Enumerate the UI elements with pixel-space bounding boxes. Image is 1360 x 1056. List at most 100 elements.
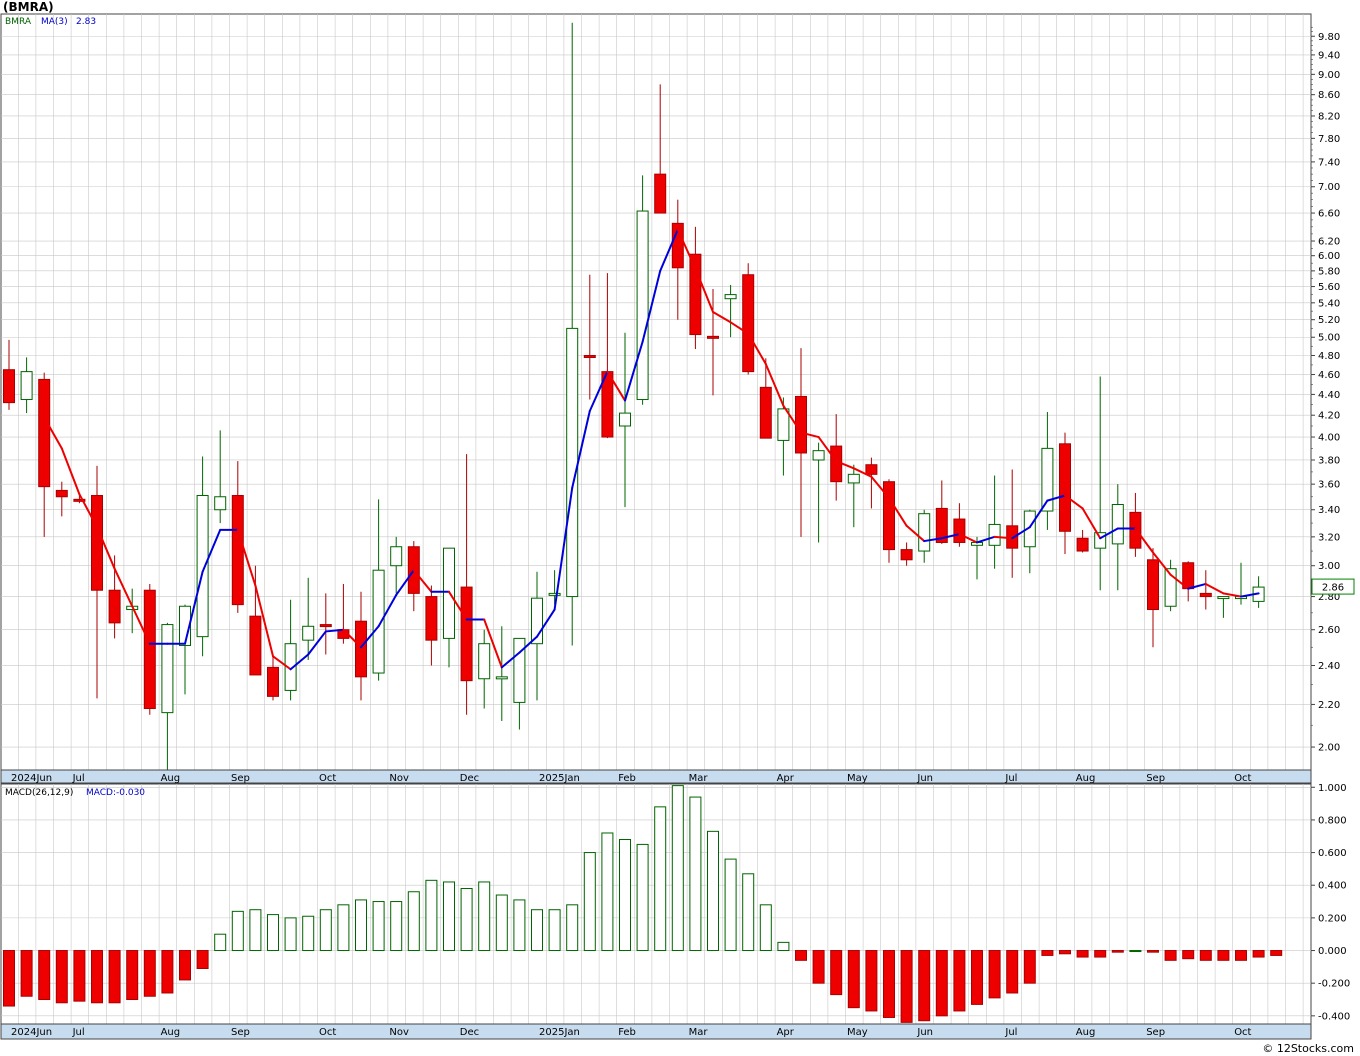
- macd-bar: [1129, 950, 1142, 953]
- candle-body: [1147, 559, 1159, 611]
- candle-body: [143, 589, 156, 710]
- price-x-tick-label: Apr: [777, 773, 795, 784]
- macd-x-tick-label: Apr: [777, 1027, 795, 1038]
- macd-bar: [337, 904, 350, 952]
- candle-body: [918, 513, 931, 552]
- candle-body: [267, 666, 279, 697]
- candle-body: [372, 569, 385, 674]
- macd-bar: [671, 785, 684, 952]
- macd-bar: [1217, 950, 1230, 961]
- price-y-tick-label: 5.40: [1318, 298, 1340, 309]
- price-x-tick-label: Aug: [1076, 773, 1096, 784]
- price-y-axis: 2.002.202.402.602.803.003.203.403.603.80…: [1311, 26, 1340, 754]
- candle-body: [495, 676, 508, 680]
- price-y-tick-label: 4.20: [1318, 411, 1340, 422]
- price-x-tick-label: Nov: [389, 773, 409, 784]
- price-y-tick-label: 3.20: [1318, 532, 1340, 543]
- macd-bar: [407, 891, 420, 952]
- candle-body: [548, 592, 561, 596]
- macd-bar: [284, 917, 297, 952]
- candle-body: [460, 586, 473, 682]
- candle-body: [636, 210, 649, 401]
- price-x-tick-label: 2024Jun: [11, 773, 52, 784]
- candle-body: [1111, 503, 1124, 545]
- candle-body: [302, 625, 315, 641]
- macd-x-tick-label: Oct: [319, 1027, 336, 1038]
- candle-body: [865, 464, 878, 475]
- macd-bar: [935, 950, 948, 1017]
- macd-bar: [179, 950, 191, 981]
- macd-bar: [759, 904, 772, 952]
- candle-body: [319, 624, 332, 628]
- macd-bar: [214, 933, 227, 952]
- macd-bar: [495, 894, 508, 952]
- macd-legend-label: MACD(26,12,9): [5, 788, 73, 798]
- macd-x-tick-label: Jul: [72, 1027, 85, 1038]
- macd-bar: [795, 950, 807, 961]
- candle-body: [390, 546, 403, 567]
- macd-bar: [1094, 950, 1107, 958]
- price-y-tick-label: 9.80: [1318, 32, 1340, 43]
- candle-body: [777, 408, 790, 441]
- macd-bar: [1111, 950, 1124, 953]
- last-price-label: 2.86: [1322, 583, 1344, 594]
- macd-bar: [601, 832, 614, 952]
- price-panel: 2.002.202.402.602.803.003.203.403.603.80…: [0, 13, 1355, 784]
- macd-bar: [654, 806, 667, 952]
- macd-legend-value: MACD:-0.030: [86, 788, 145, 798]
- candle-body: [249, 615, 262, 676]
- macd-x-tick-label: Sep: [1146, 1027, 1165, 1038]
- price-x-tick-label: May: [847, 773, 868, 784]
- macd-bar: [583, 852, 596, 952]
- macd-bar: [865, 950, 878, 1012]
- candle-body: [759, 386, 772, 439]
- price-x-tick-label: Sep: [1146, 773, 1165, 784]
- macd-bar: [1076, 950, 1089, 958]
- candle-body: [1217, 596, 1230, 600]
- macd-bar: [302, 915, 315, 952]
- candle-body: [654, 173, 667, 214]
- price-y-tick-label: 7.00: [1318, 182, 1340, 193]
- macd-bar: [478, 881, 491, 952]
- site-credit: © 12Stocks.com: [1262, 1042, 1354, 1055]
- price-y-tick-label: 2.20: [1318, 700, 1340, 711]
- candle-body: [55, 489, 68, 498]
- candle-body: [161, 624, 174, 714]
- macd-bar: [742, 873, 755, 952]
- macd-bar: [513, 899, 526, 952]
- macd-bar: [1059, 950, 1071, 955]
- macd-bar: [619, 839, 631, 952]
- price-x-axis-bar: [0, 769, 1312, 784]
- macd-x-tick-label: May: [847, 1027, 868, 1038]
- price-y-tick-label: 5.20: [1318, 315, 1340, 326]
- price-y-tick-label: 2.00: [1318, 743, 1340, 754]
- price-y-tick-label: 7.40: [1318, 157, 1340, 168]
- candle-body: [830, 445, 843, 483]
- macd-bar: [531, 909, 543, 952]
- candle-body: [707, 335, 719, 339]
- candle-body: [724, 294, 737, 300]
- macd-y-tick-label: -0.400: [1318, 1011, 1350, 1022]
- macd-bar: [1006, 950, 1019, 994]
- macd-x-tick-label: Nov: [389, 1027, 409, 1038]
- macd-y-tick-label: 0.000: [1318, 946, 1347, 957]
- candle-body: [583, 354, 596, 358]
- candle-body: [1199, 592, 1212, 598]
- candle-body: [355, 620, 367, 678]
- macd-y-tick-label: 1.000: [1318, 783, 1347, 794]
- macd-bar: [196, 950, 209, 969]
- macd-y-tick-label: 0.200: [1318, 913, 1347, 924]
- macd-bar: [20, 950, 33, 997]
- macd-bar: [249, 909, 262, 952]
- macd-x-tick-label: Jun: [916, 1027, 933, 1038]
- ma-segment: [993, 535, 1014, 540]
- price-x-tick-label: Jul: [72, 773, 85, 784]
- macd-bar: [1147, 950, 1159, 953]
- candle-body: [91, 494, 103, 591]
- macd-y-tick-label: -0.200: [1318, 979, 1350, 990]
- price-y-tick-label: 5.00: [1318, 333, 1340, 344]
- macd-bar: [566, 904, 579, 952]
- price-x-tick-label: Dec: [460, 773, 479, 784]
- macd-bar: [1235, 950, 1247, 961]
- stock-chart: 2.002.202.402.602.803.003.203.403.603.80…: [0, 13, 1355, 1040]
